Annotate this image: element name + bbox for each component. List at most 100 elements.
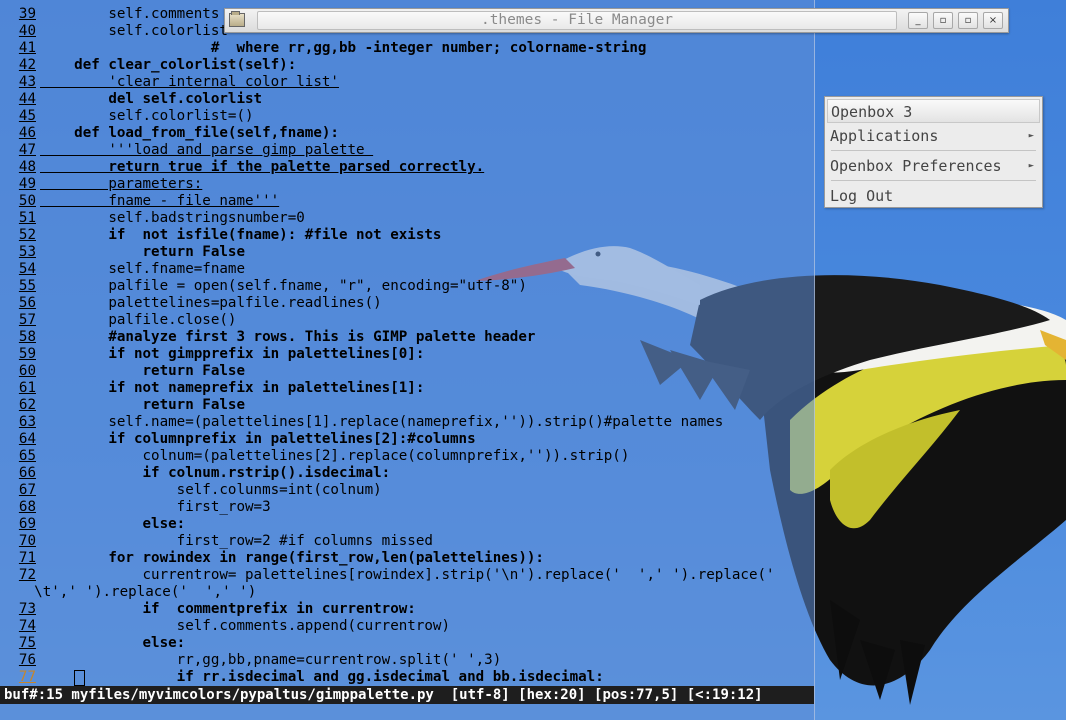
restore-button[interactable]: ▫ (933, 12, 953, 29)
menu-item-applications[interactable]: Applications ► (827, 124, 1040, 148)
code-line[interactable]: 64 if columnprefix in palettelines[2]:#c… (0, 431, 814, 448)
vim-terminal[interactable]: 39 self.comments 40 self.colorlist 41 # wh… (0, 0, 815, 720)
code-line[interactable]: 67 self.colunms=int(colnum) (0, 482, 814, 499)
code-line[interactable]: 70 first_row=2 #if columns missed (0, 533, 814, 550)
menu-item-label: Applications (830, 127, 939, 145)
line-number: 54 (18, 261, 36, 277)
line-number: 44 (18, 91, 36, 107)
code-line[interactable]: 57 palfile.close() (0, 312, 814, 329)
code-line[interactable]: 53 return False (0, 244, 814, 261)
line-number: 58 (18, 329, 36, 345)
line-text: palfile = open(self.fname, "r", encoding… (40, 278, 527, 294)
code-line[interactable]: 63 self.name=(palettelines[1].replace(na… (0, 414, 814, 431)
code-line[interactable]: 45 self.colorlist=() (0, 108, 814, 125)
file-manager-titlebar[interactable]: .themes - File Manager _ ▫ ▫ × (224, 8, 1009, 33)
line-text: rr,gg,bb,pname=currentrow.split(' ',3) (40, 652, 502, 668)
code-line[interactable]: 44 del self.colorlist (0, 91, 814, 108)
code-line[interactable]: 47 '''load and parse gimp palette (0, 142, 814, 159)
line-text: currentrow= palettelines[rowindex].strip… (40, 567, 775, 583)
code-line[interactable]: 58 #analyze first 3 rows. This is GIMP p… (0, 329, 814, 346)
line-number: 48 (18, 159, 36, 175)
line-number: 46 (18, 125, 36, 141)
code-line[interactable]: 41 # where rr,gg,bb -integer number; col… (0, 40, 814, 57)
code-line[interactable]: 73 if commentprefix in currentrow: (0, 601, 814, 618)
text-cursor (74, 670, 85, 686)
code-line[interactable]: 65 colnum=(palettelines[2].replace(colum… (0, 448, 814, 465)
line-text: return False (40, 397, 245, 413)
code-line[interactable]: 76 rr,gg,bb,pname=currentrow.split(' ',3… (0, 652, 814, 669)
openbox-root-menu[interactable]: Openbox 3 Applications ► Openbox Prefere… (824, 96, 1043, 208)
line-number: 40 (18, 23, 36, 39)
code-line[interactable]: 68 first_row=3 (0, 499, 814, 516)
line-text: if colnum.rstrip().isdecimal: (40, 465, 391, 481)
code-line[interactable]: 54 self.fname=fname (0, 261, 814, 278)
code-line[interactable]: 75 else: (0, 635, 814, 652)
line-number: 64 (18, 431, 36, 447)
line-number: 72 (18, 567, 36, 583)
line-text: \t',' ').replace(' ',' ') (0, 584, 257, 600)
window-title: .themes - File Manager (480, 12, 674, 28)
folder-icon[interactable] (229, 11, 245, 27)
line-number: 57 (18, 312, 36, 328)
line-number: 59 (18, 346, 36, 362)
code-line[interactable]: 42 def clear_colorlist(self): (0, 57, 814, 74)
code-line[interactable]: 71 for rowindex in range(first_row,len(p… (0, 550, 814, 567)
code-editor-area[interactable]: 39 self.comments 40 self.colorlist 41 # wh… (0, 6, 814, 686)
code-line[interactable]: 43 'clear internal color list' (0, 74, 814, 91)
line-text: self.colunms=int(colnum) (40, 482, 382, 498)
vim-status-line: buf#:15 myfiles/myvimcolors/pypaltus/gim… (0, 686, 814, 704)
line-text: if not nameprefix in palettelines[1]: (40, 380, 425, 396)
line-number: 55 (18, 278, 36, 294)
code-line[interactable]: 72 currentrow= palettelines[rowindex].st… (0, 567, 814, 584)
menu-item-openbox-preferences[interactable]: Openbox Preferences ► (827, 154, 1040, 178)
line-text: if commentprefix in currentrow: (40, 601, 416, 617)
code-line[interactable]: 52 if not isfile(fname): #file not exist… (0, 227, 814, 244)
code-line[interactable]: 69 else: (0, 516, 814, 533)
line-text: self.name=(palettelines[1].replace(namep… (40, 414, 724, 430)
maximize-button[interactable]: ▫ (958, 12, 978, 29)
line-number: 77 (18, 669, 36, 685)
line-text: first_row=3 (40, 499, 271, 515)
close-button[interactable]: × (983, 12, 1003, 29)
code-line[interactable]: \t',' ').replace(' ',' ') (0, 584, 814, 601)
line-text: return False (40, 363, 245, 379)
code-line[interactable]: 60 return False (0, 363, 814, 380)
line-text: else: (40, 516, 186, 532)
code-line[interactable]: 61 if not nameprefix in palettelines[1]: (0, 380, 814, 397)
line-text: palettelines=palfile.readlines() (40, 295, 382, 311)
code-line[interactable]: 66 if colnum.rstrip().isdecimal: (0, 465, 814, 482)
desktop-wallpaper: 39 self.comments 40 self.colorlist 41 # wh… (0, 0, 1066, 720)
code-line[interactable]: 56 palettelines=palfile.readlines() (0, 295, 814, 312)
code-line[interactable]: 62 return False (0, 397, 814, 414)
line-text: fname - file name''' (40, 193, 280, 209)
code-line[interactable]: 48 return true if the palette parsed cor… (0, 159, 814, 176)
line-number: 51 (18, 210, 36, 226)
minimize-button[interactable]: _ (908, 12, 928, 29)
line-text: if not gimpprefix in palettelines[0]: (40, 346, 425, 362)
line-text: palfile.close() (40, 312, 237, 328)
code-line[interactable]: 49 parameters: (0, 176, 814, 193)
code-line[interactable]: 77 if rr.isdecimal and gg.isdecimal and … (0, 669, 814, 686)
line-number: 61 (18, 380, 36, 396)
line-text: self.comments.append(currentrow) (40, 618, 450, 634)
code-line[interactable]: 55 palfile = open(self.fname, "r", encod… (0, 278, 814, 295)
menu-item-label: Openbox Preferences (830, 157, 1002, 175)
line-text: return true if the palette parsed correc… (40, 159, 485, 175)
line-text: def clear_colorlist(self): (40, 57, 297, 73)
menu-item-log-out[interactable]: Log Out (827, 184, 1040, 208)
code-line[interactable]: 74 self.comments.append(currentrow) (0, 618, 814, 635)
code-line[interactable]: 59 if not gimpprefix in palettelines[0]: (0, 346, 814, 363)
code-line[interactable]: 50 fname - file name''' (0, 193, 814, 210)
code-line[interactable]: 51 self.badstringsnumber=0 (0, 210, 814, 227)
line-number: 43 (18, 74, 36, 90)
code-line[interactable]: 46 def load_from_file(self,fname): (0, 125, 814, 142)
menu-separator (831, 150, 1036, 151)
line-number: 45 (18, 108, 36, 124)
line-number: 60 (18, 363, 36, 379)
line-text: for rowindex in range(first_row,len(pale… (40, 550, 544, 566)
line-text: 'clear internal color list' (40, 74, 339, 90)
line-text: del self.colorlist (40, 91, 263, 107)
line-number: 41 (18, 40, 36, 56)
line-number: 39 (18, 6, 36, 22)
line-text: return False (40, 244, 245, 260)
